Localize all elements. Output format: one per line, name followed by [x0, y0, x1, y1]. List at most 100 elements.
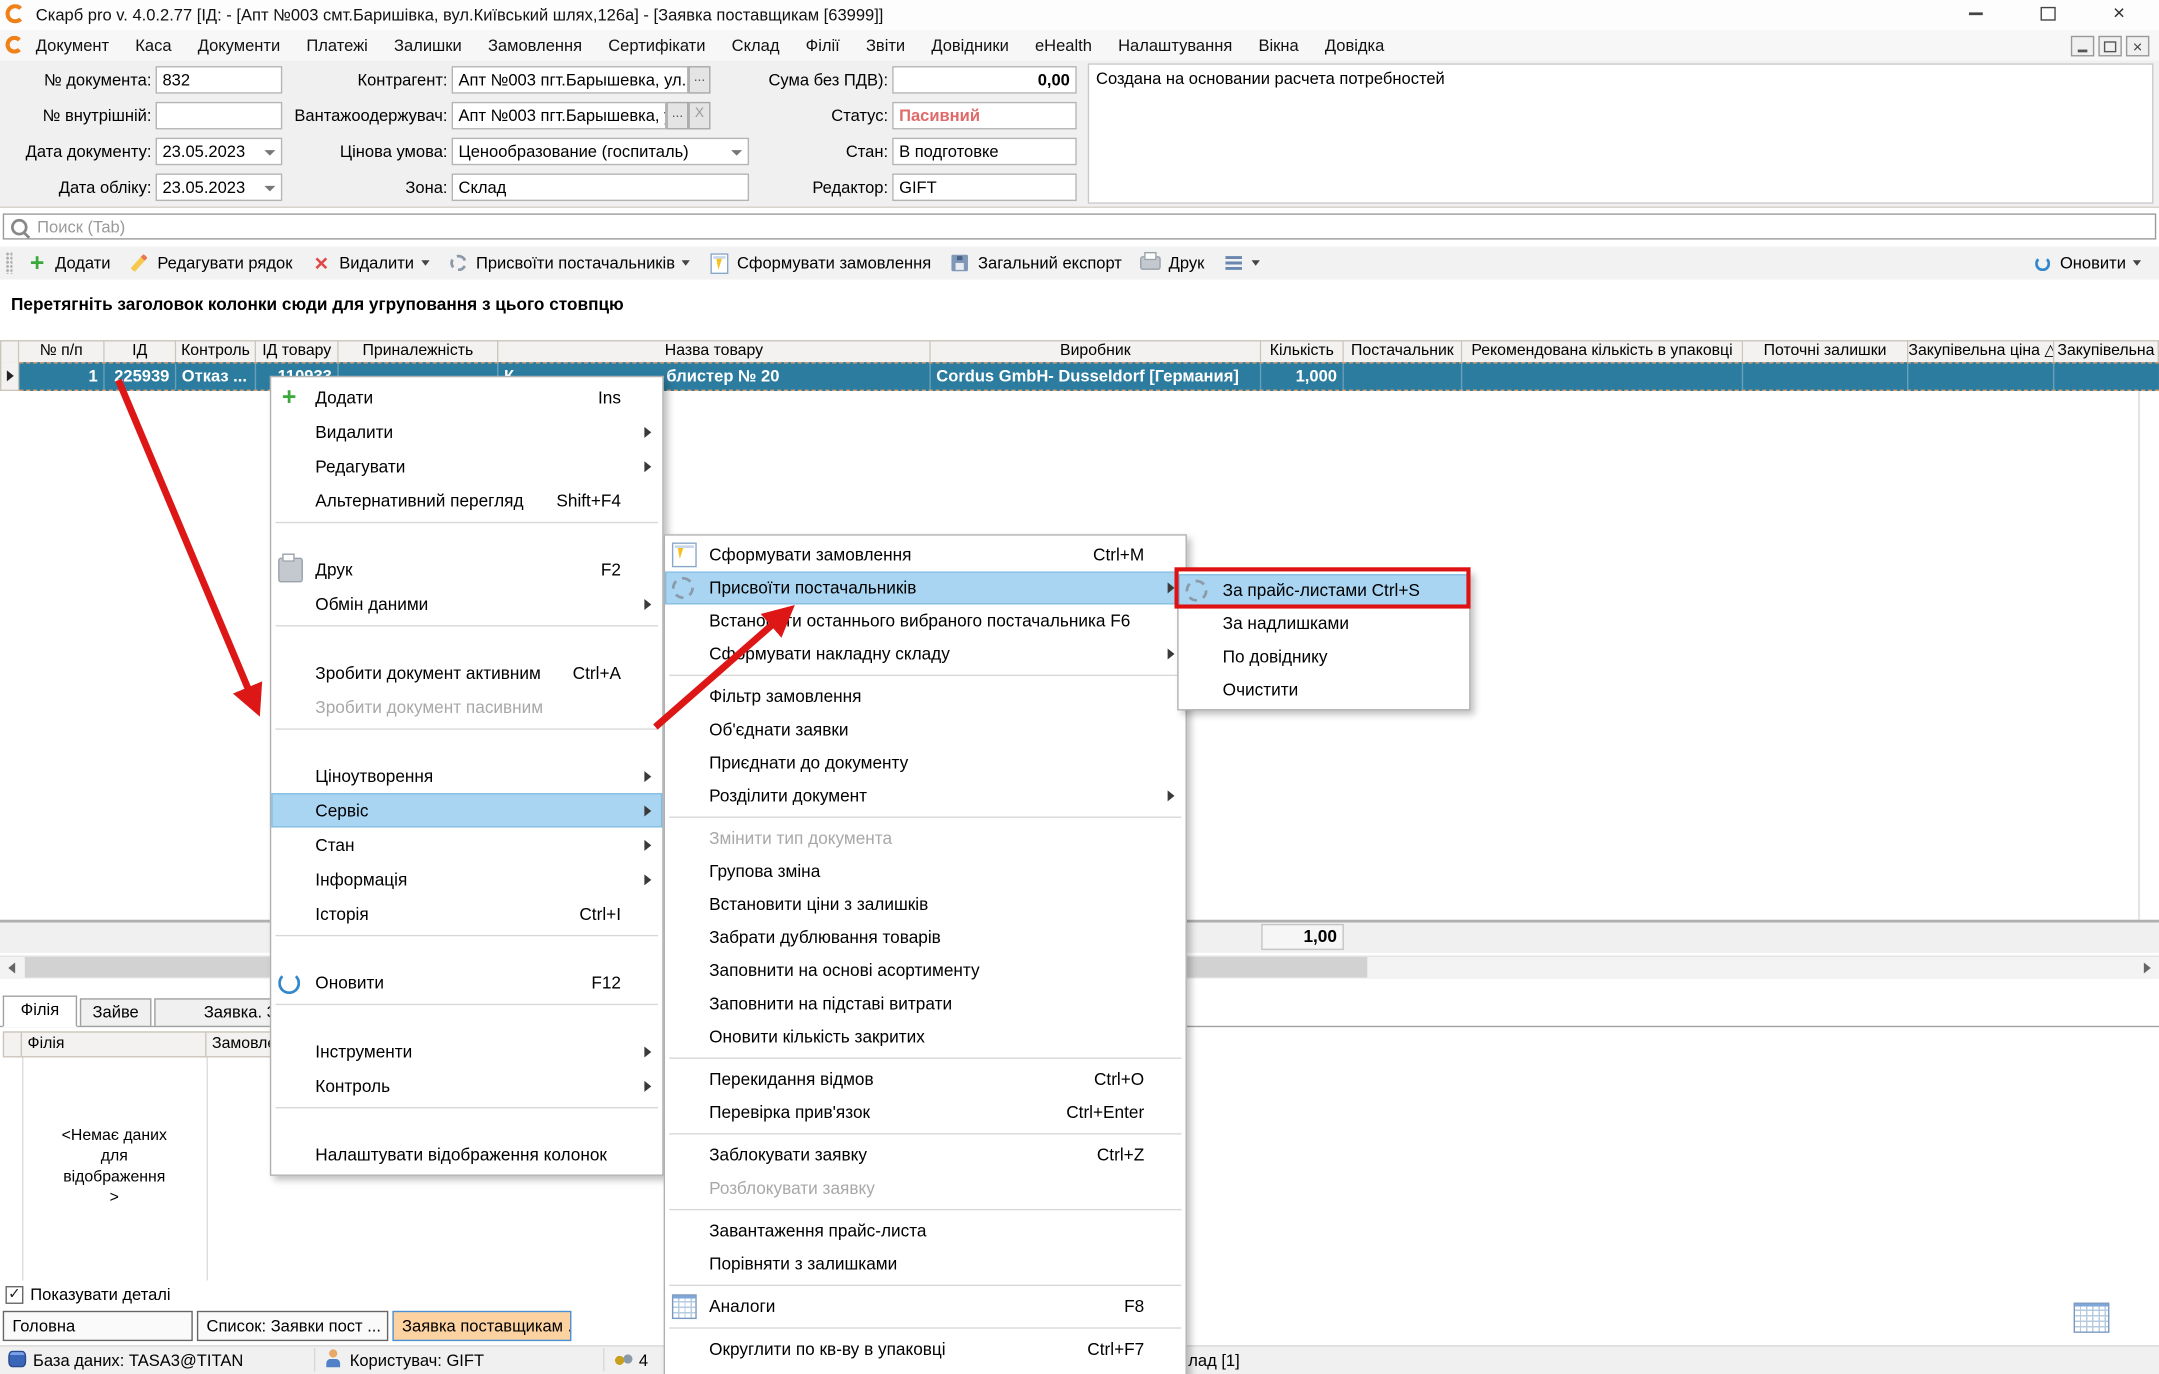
mdi-restore-button[interactable] [2098, 36, 2121, 57]
context-menu-item[interactable]: Додати Ins [271, 380, 662, 414]
tab-branch[interactable]: Філія [3, 995, 77, 1027]
context-menu-item[interactable]: Друк F2 [271, 552, 662, 586]
memo-field[interactable]: Создана на основании расчета потребносте… [1088, 63, 2154, 203]
context-menu-item[interactable]: Обмін даними [271, 587, 662, 621]
chevron-down-icon[interactable] [264, 186, 275, 192]
column-header-purchase[interactable]: Закупівельна [2054, 340, 2159, 363]
price-condition-select[interactable]: Ценообразование (госпиталь) [452, 138, 749, 166]
submenu-item[interactable]: Групова зміна [665, 855, 1185, 888]
window-button-current[interactable]: Заявка поставщикам .. [392, 1311, 571, 1341]
submenu-item[interactable]: Завантаження прайс-листа [665, 1214, 1185, 1247]
submenu-item[interactable]: Порівняти з залишками [665, 1247, 1185, 1280]
submenu-item[interactable]: Присвоїти постачальників [665, 571, 1185, 604]
submenu-item[interactable]: Перекидання відмов Ctrl+O [665, 1063, 1185, 1096]
export-button[interactable]: Загальний експорт [945, 248, 1126, 278]
menu-bar-item[interactable]: eHealth [1035, 36, 1092, 55]
window-button-main[interactable]: Головна [3, 1311, 193, 1341]
submenu-item[interactable]: Оновити кількість закритих [665, 1020, 1185, 1053]
submenu-item[interactable]: Приєднати до документу [665, 746, 1185, 779]
add-button[interactable]: Додати [22, 248, 115, 278]
column-header-qty[interactable]: Кількість [1261, 340, 1344, 363]
list-options-button[interactable] [1218, 248, 1263, 278]
submenu-item[interactable]: Встановити ціни з залишків [665, 888, 1185, 921]
assign-suppliers-button[interactable]: Присвоїти постачальників [443, 248, 694, 278]
show-details-checkbox[interactable]: ✓ [6, 1286, 24, 1304]
consignee-browse-button[interactable]: ... [666, 102, 688, 130]
subsubmenu-item[interactable]: По довіднику [1179, 640, 1470, 673]
doc-number-input[interactable]: 832 [156, 66, 283, 94]
doc-date-input[interactable]: 23.05.2023 [156, 138, 283, 166]
submenu-item[interactable]: Розділити документ [665, 779, 1185, 812]
submenu-item[interactable]: Округлити по кв-ву в упаковці Ctrl+F7 [665, 1333, 1185, 1366]
column-header-item-id[interactable]: ІД товару [256, 340, 339, 363]
submenu-item[interactable]: Сформувати накладну складу [665, 638, 1185, 671]
chevron-down-icon[interactable] [264, 150, 275, 156]
close-button[interactable]: × [2087, 0, 2150, 28]
menu-bar-item[interactable]: Налаштування [1118, 36, 1232, 55]
submenu-item[interactable]: Встановити останнього вибраного постачал… [665, 604, 1185, 637]
menu-bar-item[interactable]: Залишки [394, 36, 462, 55]
submenu-item[interactable]: Перевірка прив'язок Ctrl+Enter [665, 1096, 1185, 1129]
search-input[interactable]: Поиск (Tab) [3, 213, 2156, 239]
column-header-manufacturer[interactable]: Виробник [931, 340, 1261, 363]
column-header-purchase-price[interactable]: Закупівельна ціна △ [1908, 340, 2054, 363]
column-header-recommended[interactable]: Рекомендована кількість в упаковці [1462, 340, 1743, 363]
menu-bar-item[interactable]: Довідка [1325, 36, 1384, 55]
menu-bar-item[interactable]: Документи [198, 36, 281, 55]
mdi-minimize-button[interactable] [2071, 36, 2094, 57]
submenu-item[interactable]: Заповнити на основі асортименту [665, 954, 1185, 987]
context-menu-item[interactable]: Ціноутворення [271, 759, 662, 793]
contragent-input[interactable]: Апт №003 пгт.Барышевка, ул.Киев [452, 66, 689, 94]
context-menu-item[interactable]: Налаштувати відображення колонок [271, 1137, 662, 1171]
context-menu-item[interactable]: Оновити F12 [271, 965, 662, 999]
panel-column-branch[interactable]: Філія [22, 1031, 207, 1057]
menu-bar-item[interactable]: Документ [36, 36, 109, 55]
subsubmenu-item[interactable]: За надлишками [1179, 607, 1470, 640]
submenu-item[interactable]: Сформувати замовлення Ctrl+M [665, 538, 1185, 571]
subsubmenu-item[interactable]: Очистити [1179, 673, 1470, 706]
internal-number-input[interactable] [156, 102, 283, 130]
submenu-item[interactable]: Аналоги F8 [665, 1290, 1185, 1323]
column-header-num[interactable]: № п/п [19, 340, 104, 363]
submenu-item[interactable]: Заблокувати заявку Ctrl+Z [665, 1139, 1185, 1172]
submenu-item[interactable]: Забрати дублювання товарів [665, 921, 1185, 954]
column-header-belonging[interactable]: Приналежність [339, 340, 499, 363]
context-menu-item[interactable]: Редагувати [271, 449, 662, 483]
column-header-stock[interactable]: Поточні залишки [1743, 340, 1908, 363]
column-header-supplier[interactable]: Постачальник [1344, 340, 1462, 363]
column-header-id[interactable]: ІД [105, 340, 177, 363]
menu-bar-item[interactable]: Сертифікати [608, 36, 705, 55]
minimize-button[interactable] [1944, 0, 2007, 28]
menu-bar-item[interactable]: Каса [135, 36, 171, 55]
form-order-button[interactable]: Сформувати замовлення [704, 248, 935, 278]
submenu-item[interactable]: Заповнити на підставі витрати [665, 987, 1185, 1020]
context-menu-item[interactable]: Історія Ctrl+I [271, 896, 662, 930]
delete-button[interactable]: Видалити [306, 248, 433, 278]
scroll-right-button[interactable] [2136, 957, 2159, 978]
toolbar-grip[interactable] [6, 252, 13, 274]
menu-bar-item[interactable]: Склад [732, 36, 780, 55]
edit-row-button[interactable]: Редагувати рядок [124, 248, 296, 278]
menu-bar-item[interactable]: Довідники [931, 36, 1008, 55]
context-menu-item[interactable]: Альтернативний перегляд Shift+F4 [271, 483, 662, 517]
print-button[interactable]: Друк [1136, 248, 1209, 278]
context-menu-item[interactable]: Видалити [271, 414, 662, 448]
column-header-name[interactable]: Назва товару [498, 340, 930, 363]
context-menu-item[interactable]: Сервіс [271, 793, 662, 827]
scroll-left-button[interactable] [0, 957, 23, 978]
acc-date-input[interactable]: 23.05.2023 [156, 173, 283, 201]
submenu-item[interactable]: Об'єднати заявки [665, 713, 1185, 746]
contragent-browse-button[interactable]: ... [688, 66, 710, 94]
submenu-item[interactable]: Фільтр замовлення [665, 680, 1185, 713]
context-menu-item[interactable]: Інформація [271, 862, 662, 896]
menu-bar-item[interactable]: Замовлення [488, 36, 582, 55]
menu-bar-item[interactable]: Філії [806, 36, 840, 55]
submenu-item[interactable]: Розблокувати заявку [665, 1172, 1185, 1205]
submenu-item[interactable]: Shift+F12 [665, 1366, 1185, 1374]
restore-button[interactable] [2016, 0, 2079, 28]
window-button-list[interactable]: Список: Заявки пост ... [197, 1311, 388, 1341]
context-menu-item[interactable]: Інструменти [271, 1034, 662, 1068]
menu-bar-item[interactable]: Вікна [1258, 36, 1298, 55]
consignee-input[interactable]: Апт №003 пгт.Барышевка, ул.К [452, 102, 667, 130]
submenu-item[interactable]: Змінити тип документа [665, 822, 1185, 855]
